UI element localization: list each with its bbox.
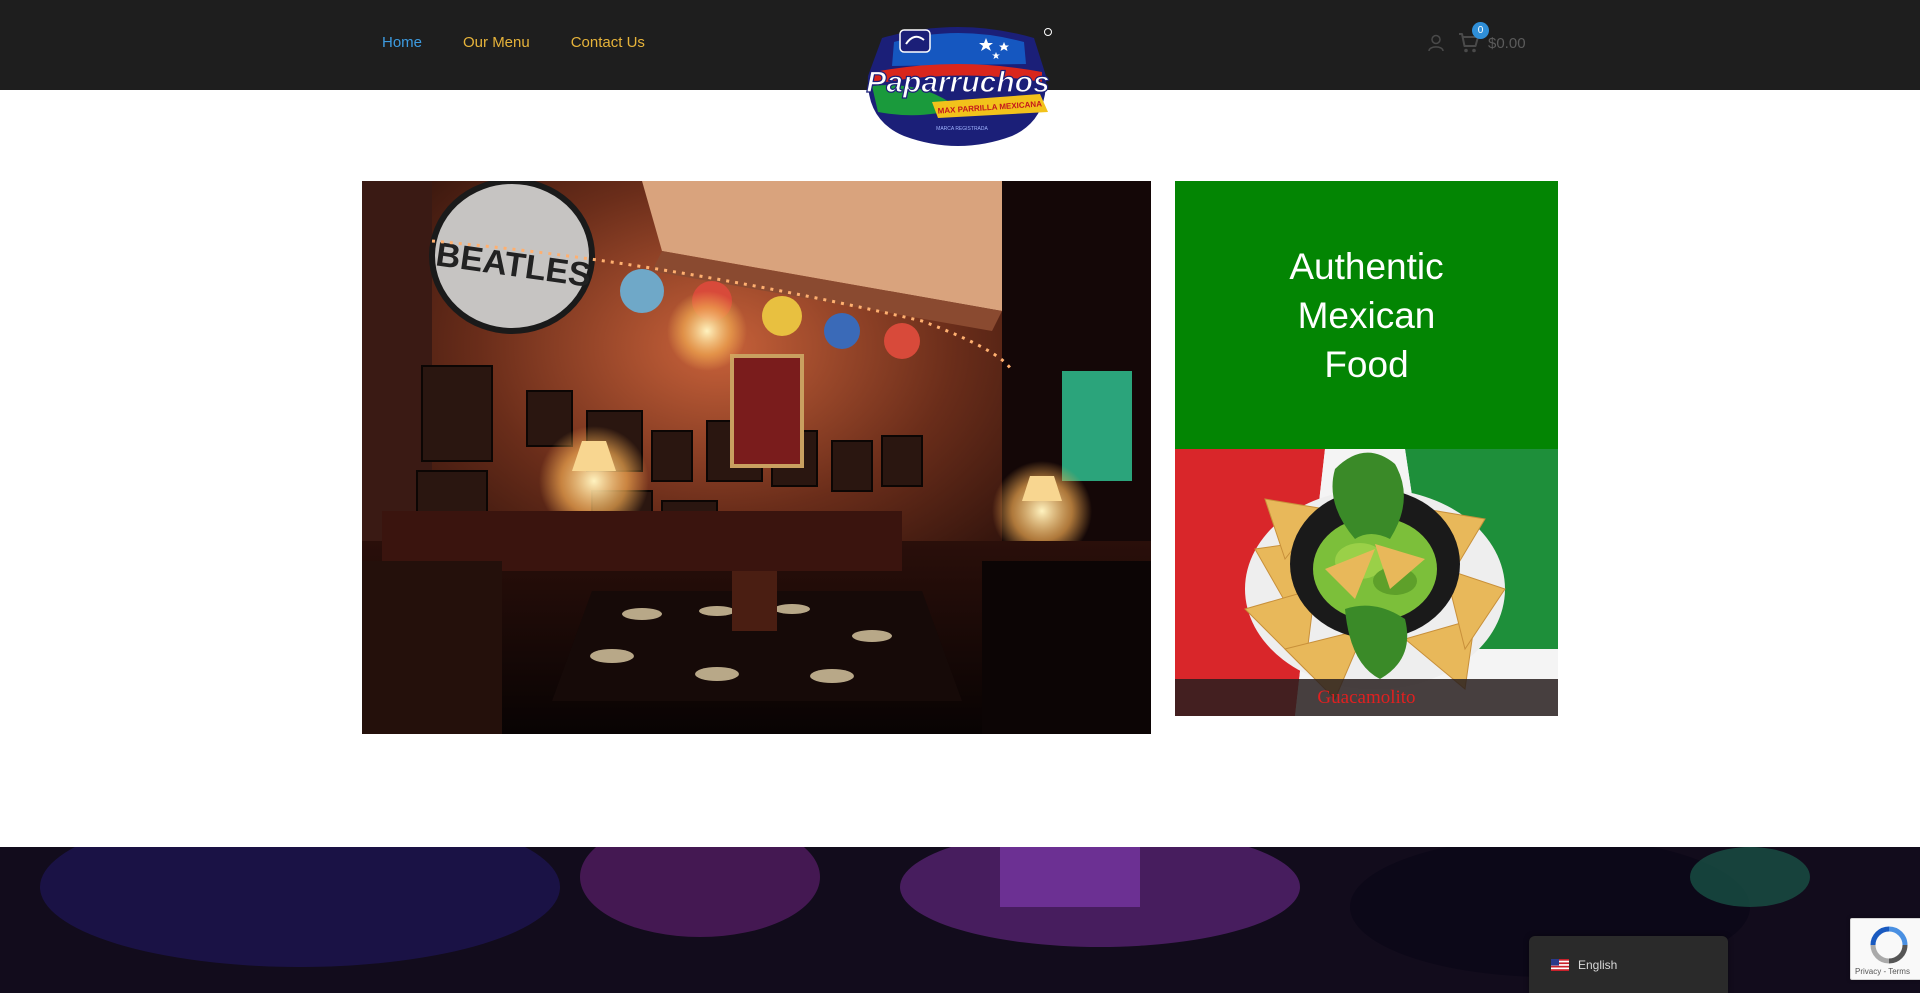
cart-total[interactable]: $0.00 [1488, 35, 1526, 52]
recaptcha-links[interactable]: Privacy - Terms [1855, 967, 1910, 976]
promo-banner: Authentic Mexican Food [1175, 181, 1558, 449]
nav-contact-us[interactable]: Contact Us [571, 34, 645, 51]
cart-button[interactable]: 0 [1458, 22, 1489, 54]
us-flag-icon [1551, 958, 1569, 971]
language-switcher[interactable]: English [1529, 936, 1728, 993]
cart-count-badge: 0 [1472, 22, 1489, 39]
nav-our-menu[interactable]: Our Menu [463, 34, 530, 51]
logo-brand-text: Paparruchos [866, 66, 1049, 99]
page: Home Our Menu Contact Us 0 $0.00 Paparru… [0, 0, 1920, 993]
promo-title: Authentic Mexican Food [1289, 245, 1444, 385]
hero-restaurant-image: BEATLES [362, 181, 1151, 734]
dish-card-guacamolito[interactable]: Guacamolito [1175, 449, 1558, 716]
user-icon[interactable] [1426, 33, 1446, 53]
guacamole-image [1175, 449, 1558, 716]
recaptcha-icon [1870, 926, 1908, 964]
svg-text:MARCA REGISTRADA: MARCA REGISTRADA [936, 126, 988, 132]
paparruchos-logo[interactable]: Paparruchos MAX PARRILLA MEXICANA MARCA … [862, 20, 1054, 150]
language-label: English [1578, 957, 1618, 972]
nav-home[interactable]: Home [382, 34, 422, 51]
dish-caption-bar: Guacamolito [1175, 679, 1558, 716]
dish-caption[interactable]: Guacamolito [1317, 687, 1415, 709]
main-nav: Home Our Menu Contact Us [382, 34, 686, 51]
header-actions: 0 $0.00 [1426, 22, 1526, 54]
recaptcha-badge[interactable]: Privacy - Terms [1850, 918, 1920, 980]
